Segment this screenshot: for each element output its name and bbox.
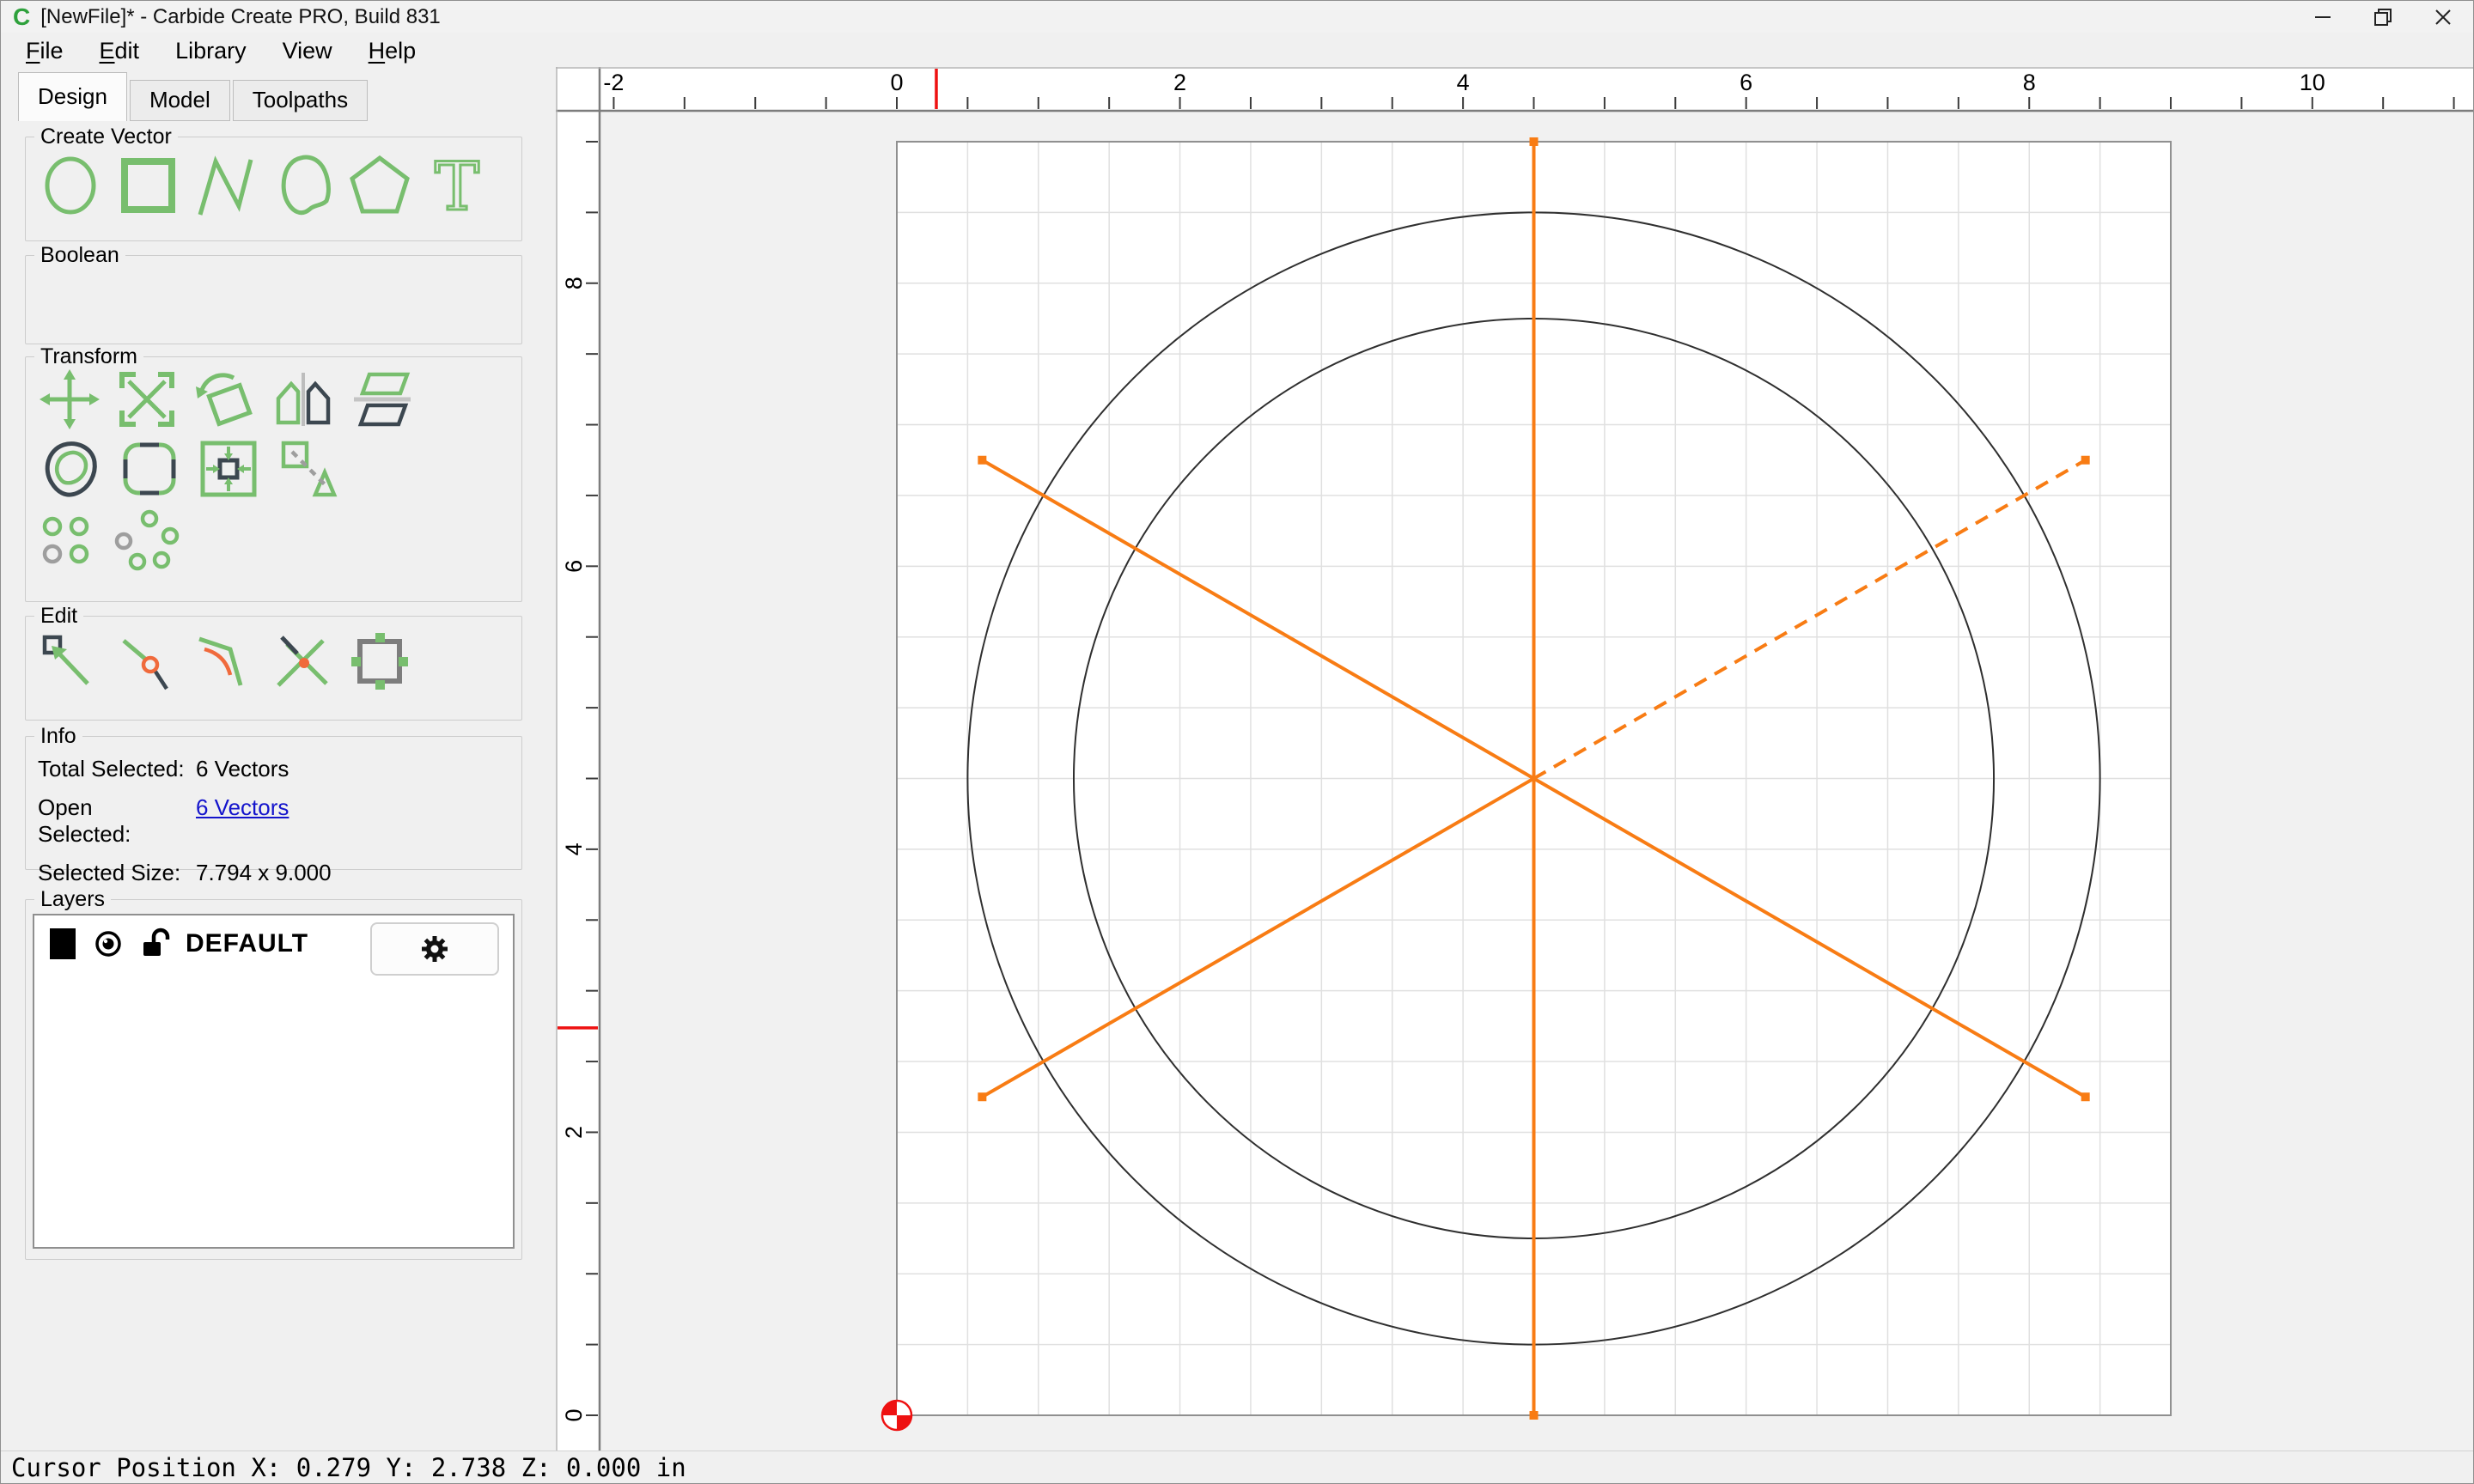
open-selected-link[interactable]: 6 Vectors xyxy=(196,794,289,848)
svg-text:4: 4 xyxy=(1457,70,1470,95)
group-title: Layers xyxy=(34,887,112,912)
app-logo-icon: C xyxy=(13,3,31,30)
svg-text:4: 4 xyxy=(561,842,587,855)
layers-list: DEFAULT xyxy=(33,914,515,1249)
svg-text:6: 6 xyxy=(1740,70,1752,95)
close-button[interactable] xyxy=(2413,1,2473,33)
svg-text:6: 6 xyxy=(561,560,587,573)
linear-array-icon[interactable] xyxy=(40,513,93,568)
window-controls xyxy=(2293,1,2473,33)
layer-name: DEFAULT xyxy=(186,929,309,958)
rotate-icon[interactable] xyxy=(194,369,254,429)
polygon-tool-icon[interactable] xyxy=(349,151,411,220)
layer-color-swatch[interactable] xyxy=(50,928,76,959)
svg-text:0: 0 xyxy=(561,1408,587,1421)
layer-settings-button[interactable] xyxy=(370,922,499,976)
close-icon xyxy=(2435,9,2451,25)
group-transform: Transform xyxy=(25,344,522,602)
group-create-vector: Create Vector T xyxy=(25,125,522,241)
group-title: Info xyxy=(34,724,82,749)
tab-model[interactable]: Model xyxy=(129,80,230,121)
offset-icon[interactable] xyxy=(40,438,101,500)
gear-icon xyxy=(422,936,448,962)
menu-help[interactable]: Help xyxy=(350,38,435,64)
align-icon[interactable] xyxy=(277,438,338,500)
cursor-position-text: Cursor Position X: 0.279 Y: 2.738 Z: 0.0… xyxy=(11,1453,686,1482)
svg-text:-2: -2 xyxy=(603,70,624,95)
svg-text:8: 8 xyxy=(2023,70,2036,95)
circle-tool-icon[interactable] xyxy=(40,151,101,220)
menu-library[interactable]: Library xyxy=(157,38,265,64)
fillet-corners-icon[interactable] xyxy=(119,438,180,500)
insert-node-icon[interactable] xyxy=(117,630,179,692)
trim-vectors-icon[interactable] xyxy=(271,630,333,692)
info-selected-size: Selected Size: 7.794 x 9.000 xyxy=(38,860,332,885)
group-title: Edit xyxy=(34,604,84,629)
restore-button[interactable] xyxy=(2353,1,2413,33)
edit-nodes-icon[interactable] xyxy=(40,630,101,692)
layer-lock-icon[interactable] xyxy=(141,928,172,960)
svg-text:10: 10 xyxy=(2300,70,2325,95)
app-window: C [NewFile]* - Carbide Create PRO, Build… xyxy=(0,0,2474,1484)
info-open-selected: Open Selected: 6 Vectors xyxy=(38,794,289,848)
menu-file[interactable]: File xyxy=(8,38,82,64)
tab-toolpaths[interactable]: Toolpaths xyxy=(232,80,369,121)
statusbar: Cursor Position X: 0.279 Y: 2.738 Z: 0.0… xyxy=(1,1451,2473,1483)
inner-offset-icon[interactable] xyxy=(198,438,259,500)
canvas-area[interactable]: -2 0 2 4 6 8 10 0 2 4 6 8 xyxy=(556,67,2474,1452)
titlebar: C [NewFile]* - Carbide Create PRO, Build… xyxy=(1,1,2473,33)
group-title: Create Vector xyxy=(34,125,178,149)
boundary-box-icon[interactable] xyxy=(349,630,411,692)
svg-text:2: 2 xyxy=(561,1126,587,1139)
svg-text:2: 2 xyxy=(1173,70,1186,95)
group-info: Info Total Selected: 6 Vectors Open Sele… xyxy=(25,724,522,885)
menu-view[interactable]: View xyxy=(265,38,350,64)
tab-design[interactable]: Design xyxy=(18,72,127,121)
flip-vertical-icon[interactable] xyxy=(352,369,412,429)
menubar: File Edit Library View Help xyxy=(1,33,2473,70)
move-icon[interactable] xyxy=(40,369,100,429)
group-title: Transform xyxy=(34,344,143,369)
curve-tool-icon[interactable] xyxy=(271,151,333,220)
mirror-icon[interactable] xyxy=(271,369,335,429)
circular-array-icon[interactable] xyxy=(110,508,182,572)
group-boolean: Boolean xyxy=(25,243,522,344)
left-panel: Design Model Toolpaths Create Vector T B… xyxy=(1,70,556,1452)
canvas-svg[interactable]: -2 0 2 4 6 8 10 0 2 4 6 8 xyxy=(556,67,2474,1452)
layer-visibility-eye-icon[interactable] xyxy=(89,929,127,958)
fillet-node-icon[interactable] xyxy=(194,630,256,692)
text-tool-icon[interactable]: T xyxy=(426,151,488,220)
group-title: Boolean xyxy=(34,243,125,268)
scale-icon[interactable] xyxy=(117,369,177,429)
layer-row[interactable]: DEFAULT xyxy=(34,915,513,976)
group-edit: Edit xyxy=(25,604,522,721)
window-title: [NewFile]* - Carbide Create PRO, Build 8… xyxy=(40,4,441,28)
group-layers: Layers DEFAULT xyxy=(25,887,522,1260)
polyline-tool-icon[interactable] xyxy=(194,151,256,220)
svg-text:8: 8 xyxy=(561,277,587,289)
tabbar: Design Model Toolpaths xyxy=(18,71,369,121)
restore-icon xyxy=(2374,8,2392,26)
menu-edit[interactable]: Edit xyxy=(82,38,158,64)
svg-text:T: T xyxy=(435,151,479,220)
info-total-selected: Total Selected: 6 Vectors xyxy=(38,756,289,782)
minimize-button[interactable] xyxy=(2293,1,2353,33)
minimize-icon xyxy=(2315,15,2331,18)
rectangle-tool-icon[interactable] xyxy=(117,151,179,220)
svg-text:0: 0 xyxy=(890,70,903,95)
